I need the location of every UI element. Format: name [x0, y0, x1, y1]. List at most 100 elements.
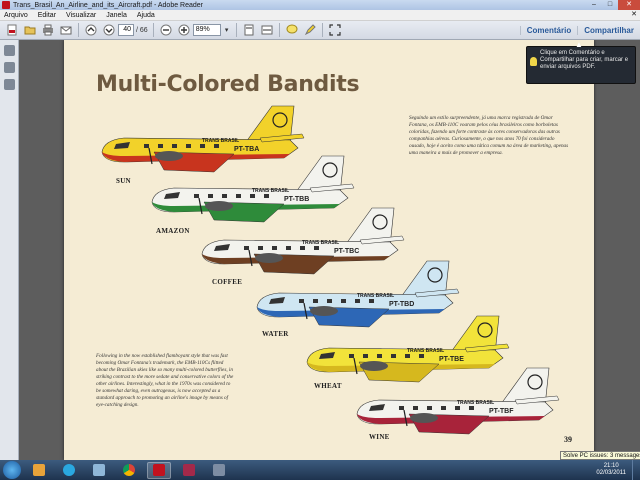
aircraft-caption: AMAZON [156, 227, 190, 235]
next-page-button[interactable] [102, 23, 116, 37]
menu-editar[interactable]: Editar [38, 12, 56, 19]
toolbar-divider [78, 23, 79, 37]
taskbar: 21:10 02/03/2011 [0, 460, 640, 480]
fit-width-button[interactable] [260, 23, 274, 37]
folder-icon [24, 26, 36, 35]
page-number-input[interactable]: 40 [118, 24, 134, 36]
page-thumbnails-icon[interactable] [4, 45, 15, 56]
expand-icon [329, 24, 341, 36]
comment-note-button[interactable] [285, 23, 299, 37]
envelope-icon [60, 26, 72, 35]
create-pdf-icon [7, 24, 17, 36]
aircraft-caption: WATER [262, 330, 289, 338]
page-heading: Multi-Colored Bandits [96, 72, 360, 97]
toolbar-divider [321, 23, 323, 37]
print-button[interactable] [41, 23, 55, 37]
aircraft-drawing: TRANS BRASIL PT-TBF [356, 367, 560, 435]
page-total: / 66 [136, 26, 148, 34]
adobe-reader-icon [153, 464, 165, 476]
bookmarks-icon[interactable] [4, 62, 15, 73]
aircraft-livery-text: TRANS BRASIL [407, 348, 444, 354]
clock-date: 02/03/2011 [596, 470, 626, 476]
fit-width-icon [261, 25, 273, 35]
arrow-down-icon [103, 24, 115, 36]
chrome-icon [123, 464, 135, 476]
aircraft-caption: WHEAT [314, 382, 342, 390]
menu-arquivo[interactable]: Arquivo [4, 12, 28, 19]
highlighter-icon [304, 24, 316, 36]
archive-icon [183, 464, 195, 476]
taskbar-winrar[interactable] [177, 462, 201, 479]
body-paragraph-english: Following in the now established flamboy… [96, 353, 234, 408]
zoom-dropdown-button[interactable]: ▾ [223, 23, 231, 37]
aircraft-livery-text: TRANS BRASIL [457, 400, 494, 406]
comment-share-tooltip: ▲ Clique em Comentário e Compartilhar pa… [526, 41, 636, 84]
highlight-button[interactable] [303, 23, 317, 37]
tooltip-text: Clique em Comentário e Compartilhar para… [540, 50, 629, 70]
maximize-button[interactable]: □ [602, 0, 618, 10]
share-pane-button[interactable]: Compartilhar [577, 26, 640, 35]
adobe-reader-icon [2, 1, 10, 9]
email-button[interactable] [59, 23, 73, 37]
taskbar-media-player[interactable] [27, 462, 51, 479]
menu-visualizar[interactable]: Visualizar [66, 12, 96, 19]
aircraft-livery-text: TRANS BRASIL [302, 240, 339, 246]
tooltip-caret: ▲ [575, 40, 583, 49]
aircraft-wine: TRANS BRASIL PT-TBF [349, 362, 569, 443]
document-close-button[interactable]: ✕ [631, 10, 637, 18]
toolbar-divider [278, 23, 280, 37]
lightbulb-icon [530, 57, 537, 66]
plus-icon [178, 24, 190, 36]
comment-pane-button[interactable]: Comentário [519, 26, 577, 35]
speech-bubble-icon [286, 24, 298, 34]
menu-bar: Arquivo Editar Visualizar Janela Ajuda ✕ [0, 10, 640, 21]
toolbar-divider [235, 23, 237, 37]
intro-paragraph-portuguese: Seguindo um estilo surpreendente, já uma… [409, 115, 569, 156]
tray-notification[interactable]: Solve PC issues: 3 messages [560, 451, 640, 460]
taskbar-window[interactable] [207, 462, 231, 479]
printer-icon [43, 24, 53, 36]
close-button[interactable]: ✕ [618, 0, 640, 10]
aircraft-caption: WINE [369, 433, 390, 441]
toolbar: 40 / 66 89% ▾ Comentário Compartilhar [0, 21, 640, 40]
system-tray: 21:10 02/03/2011 [590, 460, 640, 480]
taskbar-chrome[interactable] [117, 462, 141, 479]
zoom-level-field[interactable]: 89% [192, 24, 221, 36]
previous-page-button[interactable] [84, 23, 98, 37]
attachments-icon[interactable] [4, 79, 15, 90]
chevron-down-icon: ▾ [224, 27, 229, 34]
pdf-page: Multi-Colored Bandits Seguindo um estilo… [64, 40, 594, 460]
taskbar-adobe-reader[interactable] [147, 461, 171, 479]
aircraft-registration: PT-TBC [334, 248, 359, 255]
toolbar-divider [152, 23, 154, 37]
taskbar-tools[interactable] [87, 462, 111, 479]
media-player-icon [33, 464, 45, 476]
aircraft-caption: COFFEE [212, 278, 243, 286]
window-title: Trans_Brasil_An_Airline_and_its_Aircraft… [13, 1, 204, 9]
aircraft-livery-text: TRANS BRASIL [202, 138, 239, 144]
clock[interactable]: 21:10 02/03/2011 [590, 463, 632, 477]
fullscreen-button[interactable] [328, 23, 342, 37]
window-icon [213, 464, 225, 476]
aircraft-caption: SUN [116, 177, 131, 185]
tools-icon [93, 464, 105, 476]
minimize-button[interactable]: – [586, 0, 602, 10]
open-button[interactable] [23, 23, 37, 37]
aircraft-livery-text: TRANS BRASIL [252, 188, 289, 194]
zoom-out-button[interactable] [159, 23, 173, 37]
menu-janela[interactable]: Janela [106, 12, 127, 19]
zoom-in-button[interactable] [177, 23, 191, 37]
menu-ajuda[interactable]: Ajuda [137, 12, 155, 19]
clock-time: 21:10 [603, 463, 619, 469]
start-button[interactable] [3, 461, 21, 479]
skype-icon [63, 464, 75, 476]
aircraft-registration: PT-TBF [489, 408, 514, 415]
fit-page-button[interactable] [242, 23, 256, 37]
navigation-panel [0, 40, 19, 460]
aircraft-registration: PT-TBD [389, 301, 414, 308]
arrow-up-icon [85, 24, 97, 36]
create-pdf-button[interactable] [5, 23, 19, 37]
document-view[interactable]: Multi-Colored Bandits Seguindo um estilo… [19, 40, 640, 460]
show-desktop-button[interactable] [632, 460, 640, 480]
taskbar-skype[interactable] [57, 462, 81, 479]
